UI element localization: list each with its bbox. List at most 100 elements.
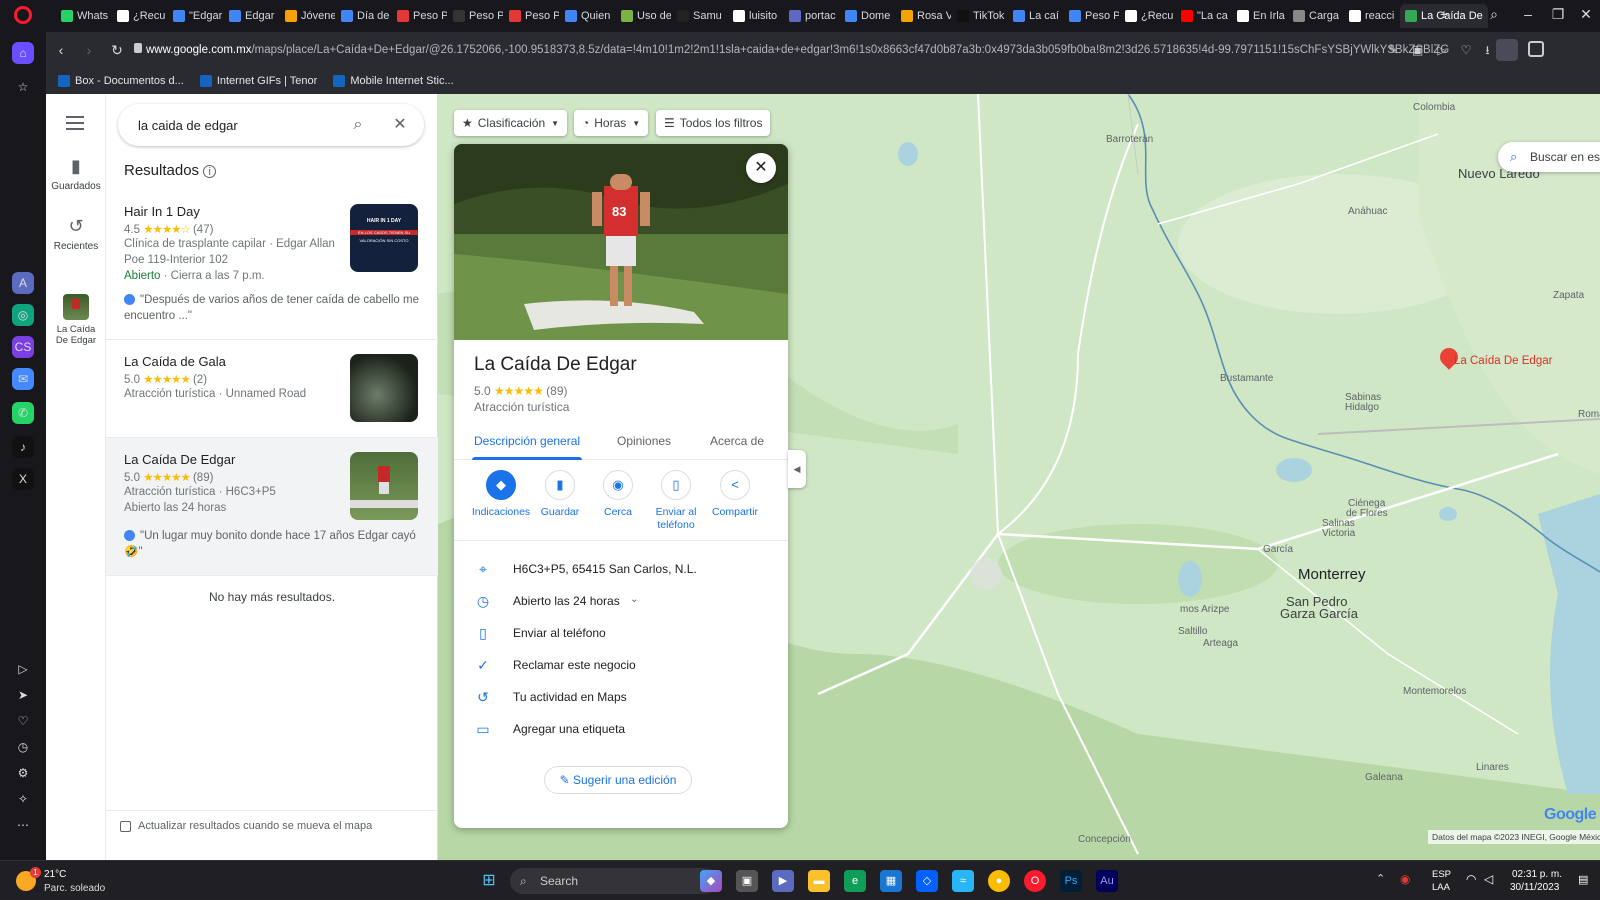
search-this-area-button[interactable]: ⌕Buscar en esta área — [1498, 142, 1600, 172]
browser-tab[interactable]: Jóvene — [280, 4, 335, 28]
browser-tab[interactable]: luisito — [728, 4, 783, 28]
browser-tab[interactable]: Peso P — [448, 4, 503, 28]
chatgpt-icon[interactable]: ◎ — [12, 304, 34, 326]
url-field[interactable]: www.google.com.mx/maps/place/La+Caída+De… — [146, 38, 1486, 62]
send-to-phone-button[interactable]: ▯ Enviar al teléfono — [646, 470, 706, 532]
send-icon[interactable]: ➤ — [12, 684, 34, 706]
tiktok-icon[interactable]: ♪ — [12, 436, 34, 458]
search-icon[interactable]: ⌕ — [348, 115, 368, 135]
wifi-icon[interactable]: ◠ — [1466, 872, 1476, 886]
opera-logo-icon[interactable] — [14, 6, 32, 24]
add-label-row[interactable]: ▭ Agregar una etiqueta — [454, 714, 788, 746]
map-place-label[interactable]: Galeana — [1365, 772, 1403, 783]
map-place-label[interactable]: Hidalgo — [1345, 402, 1379, 413]
forward-button[interactable]: › — [76, 37, 102, 63]
result-name[interactable]: La Caída de Gala — [124, 354, 226, 369]
browser-tab[interactable]: "Edgar — [168, 4, 223, 28]
result-item[interactable]: Hair In 1 Day 4.5 ★★★★☆ (47) Clínica de … — [106, 194, 438, 340]
update-on-move-checkbox[interactable] — [120, 821, 131, 832]
nearby-button[interactable]: ◉ Cerca — [588, 470, 648, 519]
browser-tab[interactable]: Peso P — [1064, 4, 1119, 28]
browser-tab[interactable]: Uso de — [616, 4, 671, 28]
map-place-label[interactable]: Saltillo — [1178, 626, 1207, 637]
map-place-label[interactable]: Bustamante — [1220, 373, 1273, 384]
filter-rating-chip[interactable]: ★ Clasificación ▼ — [454, 110, 568, 136]
map-place-label[interactable]: Victoria — [1322, 528, 1355, 539]
dropbox-icon[interactable]: ◇ — [916, 870, 938, 892]
lightbulb-icon[interactable]: ✧ — [12, 788, 34, 810]
map-place-label[interactable]: Barroterán — [1106, 134, 1153, 145]
tab-search-icon[interactable]: ⌕ — [1482, 6, 1506, 23]
meet-icon[interactable]: ▶ — [772, 870, 794, 892]
map-place-label[interactable]: Arteaga — [1203, 638, 1238, 649]
minimize-button[interactable]: – — [1516, 6, 1540, 22]
result-name[interactable]: Hair In 1 Day — [124, 204, 200, 219]
photoshop-icon[interactable]: Ps — [1060, 870, 1082, 892]
profile-icon[interactable] — [1496, 39, 1518, 61]
weather-text[interactable]: Parc. soleado — [44, 883, 105, 894]
aria-icon[interactable]: A — [12, 272, 34, 294]
map-place-label[interactable]: mos Arizpe — [1180, 604, 1229, 615]
pin-label[interactable]: La Caída De Edgar — [1454, 355, 1552, 367]
browser-tab[interactable]: Quien — [560, 4, 615, 28]
messenger-icon[interactable]: ✉ — [12, 368, 34, 390]
map-place-label[interactable]: Colombia — [1413, 102, 1455, 113]
map-place-label[interactable]: Concepción — [1078, 834, 1131, 845]
player-icon[interactable]: ▷ — [12, 658, 34, 680]
clear-search-icon[interactable]: ✕ — [390, 115, 410, 135]
browser-tab[interactable]: ¿Recu — [112, 4, 167, 28]
taskbar-search[interactable]: ⌕ Search — [510, 868, 718, 894]
map-city-label[interactable]: Monterrey — [1298, 566, 1366, 583]
keyboard-layout[interactable]: LAA — [1432, 882, 1450, 893]
result-thumbnail[interactable] — [350, 452, 418, 520]
task-view-icon[interactable]: ▣ — [736, 870, 758, 892]
save-button[interactable]: ▮ Guardar — [530, 470, 590, 519]
directions-button[interactable]: ◆ Indicaciones — [471, 470, 531, 519]
settings-icon[interactable]: ⚙ — [12, 762, 34, 784]
result-item-selected[interactable]: La Caída De Edgar 5.0 ★★★★★ (89) Atracci… — [106, 438, 438, 576]
bookmark-item[interactable]: Mobile Internet Stic... — [333, 75, 454, 87]
place-category[interactable]: Atracción turística — [474, 400, 569, 414]
share-button[interactable]: < Compartir — [705, 470, 765, 519]
suggest-edit-button[interactable]: ✎ Sugerir una edición — [544, 766, 692, 794]
browser-tab[interactable]: La caí — [1008, 4, 1063, 28]
browser-tab[interactable]: Peso P — [504, 4, 559, 28]
review-count[interactable]: (89) — [546, 384, 567, 398]
audition-icon[interactable]: Au — [1096, 870, 1118, 892]
tab-overview[interactable]: Descripción general — [474, 434, 580, 448]
map-place-label[interactable]: Linares — [1476, 762, 1509, 773]
saved-button[interactable]: ▮ Guardados — [46, 156, 106, 192]
maps-activity-row[interactable]: ↺ Tu actividad en Maps — [454, 682, 788, 714]
claim-business-row[interactable]: ✓ Reclamar este negocio — [454, 650, 788, 682]
x-icon[interactable]: X — [12, 468, 34, 490]
home-icon[interactable]: ⌂ — [12, 42, 34, 64]
browser-tab[interactable]: "La ca — [1176, 4, 1231, 28]
recent-button[interactable]: ↺ Recientes — [46, 216, 106, 252]
browser-tab[interactable]: Edgar — [224, 4, 279, 28]
weather-temp[interactable]: 21°C — [44, 869, 66, 880]
browser-tab[interactable]: portac — [784, 4, 839, 28]
volume-icon[interactable]: ◁ — [1484, 872, 1493, 886]
opera-icon[interactable]: O — [1024, 870, 1046, 892]
chrome-icon[interactable]: ● — [988, 870, 1010, 892]
browser-tab[interactable]: Rosa V — [896, 4, 951, 28]
all-filters-chip[interactable]: ☰ Todos los filtros — [656, 110, 771, 136]
recent-place-button[interactable]: La Caída De Edgar — [46, 294, 106, 346]
map-place-label[interactable]: Montemorelos — [1403, 686, 1466, 697]
chatsonic-icon[interactable]: CS — [12, 336, 34, 358]
tab-reviews[interactable]: Opiniones — [617, 434, 671, 448]
reload-icon[interactable]: ↻ — [104, 37, 130, 63]
windows-start-icon[interactable]: ⊞ — [478, 870, 500, 892]
app-icon[interactable]: ≈ — [952, 870, 974, 892]
result-name[interactable]: La Caída De Edgar — [124, 452, 235, 467]
browser-tab[interactable]: TikTok — [952, 4, 1007, 28]
search-input[interactable] — [138, 114, 338, 136]
place-photo[interactable]: 83 — [454, 144, 788, 340]
store-icon[interactable]: ▦ — [880, 870, 902, 892]
heart-icon[interactable]: ♡ — [12, 710, 34, 732]
language-indicator[interactable]: ESP — [1432, 869, 1451, 880]
menu-icon[interactable] — [66, 116, 84, 130]
maximize-button[interactable]: ❐ — [1546, 6, 1570, 23]
collapse-panel-button[interactable]: ◀ — [788, 450, 806, 488]
close-card-button[interactable]: ✕ — [746, 153, 776, 183]
